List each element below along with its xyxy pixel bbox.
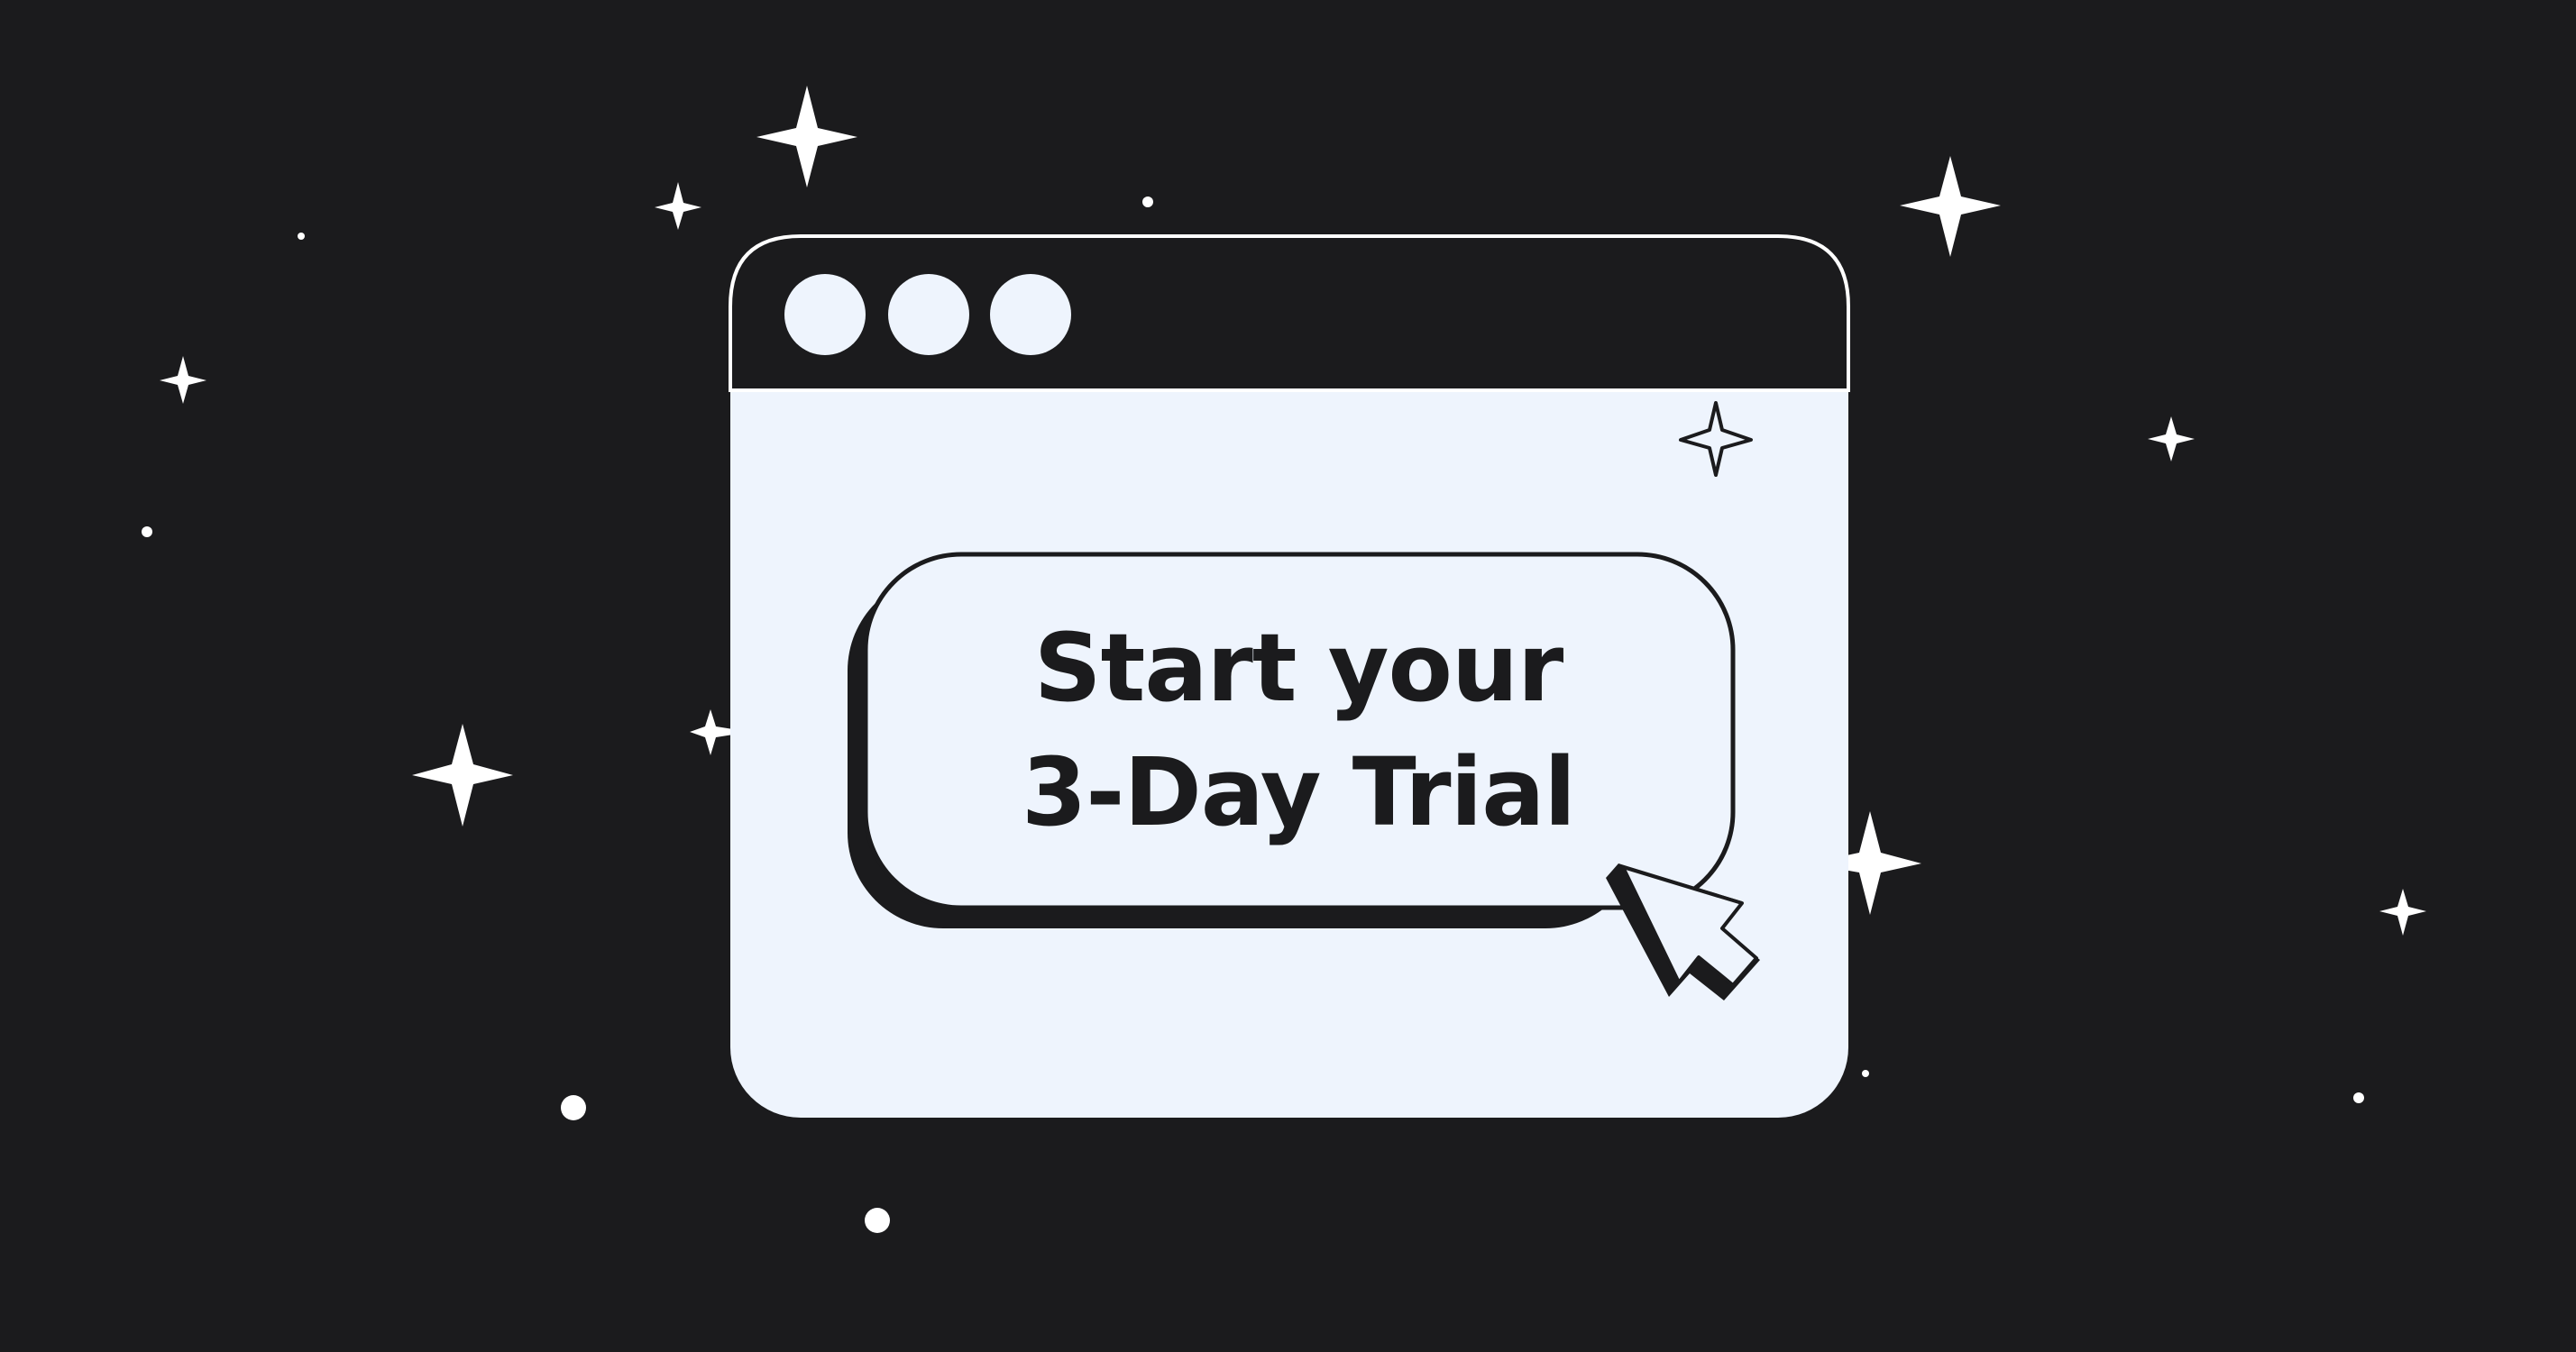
window-control-dot xyxy=(784,274,866,355)
sparkle-icon xyxy=(756,86,857,187)
sparkle-icon xyxy=(412,724,513,827)
star-dot-icon xyxy=(298,233,305,240)
star-dot-icon xyxy=(1862,1070,1869,1077)
sparkle-icon xyxy=(655,182,701,230)
start-trial-button-label[interactable]: Start your 3-Day Trial xyxy=(866,613,1731,847)
sparkle-icon xyxy=(1900,156,2001,257)
cta-line-2: 3-Day Trial xyxy=(1021,737,1576,847)
sparkle-icon xyxy=(2148,416,2195,461)
window-control-dot xyxy=(888,274,969,355)
window-control-dot xyxy=(990,274,1071,355)
star-dot-icon xyxy=(865,1208,890,1233)
star-dot-icon xyxy=(142,526,152,537)
sparkle-icon xyxy=(160,356,206,404)
star-dot-icon xyxy=(2353,1092,2364,1103)
star-dot-icon xyxy=(561,1095,586,1120)
star-dot-icon xyxy=(1142,196,1153,207)
sparkle-icon xyxy=(2379,889,2426,936)
cta-line-1: Start your xyxy=(1033,613,1564,723)
hero-banner: Start your 3-Day Trial xyxy=(0,0,2576,1352)
